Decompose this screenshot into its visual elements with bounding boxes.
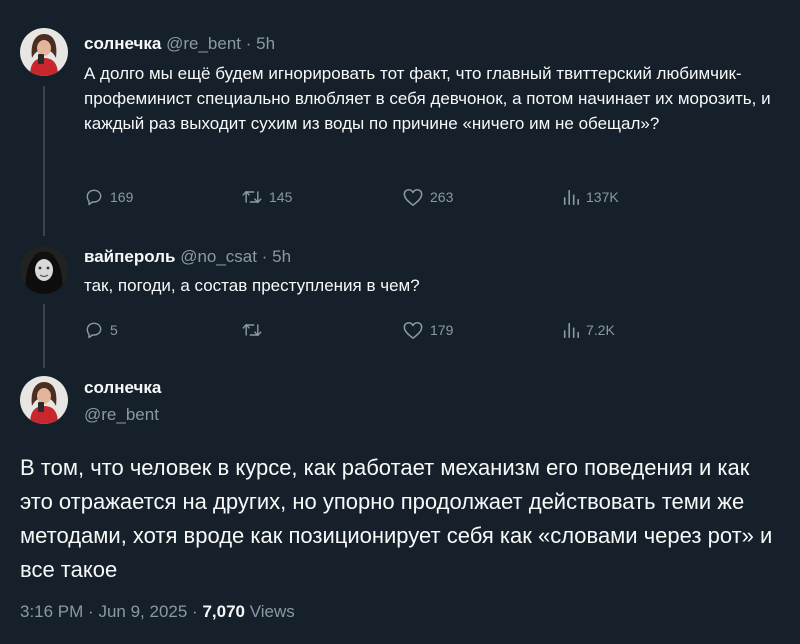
tweet-time[interactable]: 5h	[272, 247, 291, 266]
separator-dot: ·	[261, 247, 268, 266]
retweet-icon	[242, 323, 262, 337]
main-tweet-author-name[interactable]: солнечка	[84, 377, 161, 399]
main-tweet-views-count[interactable]: 7,070	[202, 602, 245, 621]
tweet-author-name[interactable]: солнечка	[84, 34, 161, 53]
tweet-2-actions: 5 179 7.2K	[84, 320, 644, 342]
retweet-button[interactable]: 145	[241, 187, 292, 207]
reply-count: 169	[110, 189, 134, 205]
reply-button[interactable]: 5	[84, 320, 118, 340]
main-tweet-time[interactable]: 3:16 PM	[20, 602, 83, 621]
main-tweet-meta: 3:16 PM · Jun 9, 2025 · 7,070 Views	[20, 601, 295, 623]
reply-icon	[86, 189, 102, 206]
tweet-2-text: так, погоди, а состав преступления в чем…	[84, 276, 420, 295]
views-count: 137K	[586, 189, 619, 205]
thread-line-2	[43, 304, 45, 368]
tweet-author-name[interactable]: вайпероль	[84, 247, 175, 266]
like-button[interactable]: 263	[402, 187, 453, 207]
separator-dot: ·	[88, 602, 94, 621]
tweet-author-handle[interactable]: @re_bent	[166, 34, 241, 53]
retweet-count: 145	[269, 189, 293, 205]
avatar-tweet-1[interactable]	[20, 28, 68, 76]
main-tweet-views-label: Views	[249, 602, 295, 621]
tweet-2-header: вайпероль @no_csat · 5h	[84, 246, 291, 268]
views-count: 7.2K	[586, 322, 615, 338]
main-tweet-author-handle[interactable]: @re_bent	[84, 404, 159, 426]
tweet-1-actions: 169 145 263 137K	[84, 187, 644, 209]
thread-line-1	[43, 86, 45, 236]
avatar-image	[20, 28, 68, 76]
views-button[interactable]: 7.2K	[562, 320, 615, 340]
avatar-image	[20, 376, 68, 424]
tweet-author-handle[interactable]: @no_csat	[180, 247, 257, 266]
retweet-icon	[242, 190, 262, 204]
main-tweet-date[interactable]: Jun 9, 2025	[98, 602, 187, 621]
views-button[interactable]: 137K	[562, 187, 619, 207]
separator-dot: ·	[192, 602, 198, 621]
reply-icon	[86, 322, 102, 339]
retweet-button[interactable]	[241, 320, 269, 340]
like-button[interactable]: 179	[402, 320, 453, 340]
views-icon	[563, 322, 580, 339]
like-icon	[403, 321, 423, 339]
like-count: 179	[430, 322, 454, 338]
tweet-1-text: А долго мы ещё будем игнорировать тот фа…	[84, 64, 771, 133]
avatar-main-tweet[interactable]	[20, 376, 68, 424]
tweet-1-header: солнечка @re_bent · 5h	[84, 33, 275, 55]
avatar-image	[20, 246, 68, 294]
separator-dot: ·	[245, 34, 252, 53]
views-icon	[563, 189, 580, 206]
like-icon	[403, 188, 423, 206]
tweet-time[interactable]: 5h	[256, 34, 275, 53]
avatar-tweet-2[interactable]	[20, 246, 68, 294]
reply-button[interactable]: 169	[84, 187, 133, 207]
like-count: 263	[430, 189, 454, 205]
reply-count: 5	[110, 322, 118, 338]
main-tweet-text: В том, что человек в курсе, как работает…	[20, 455, 773, 582]
